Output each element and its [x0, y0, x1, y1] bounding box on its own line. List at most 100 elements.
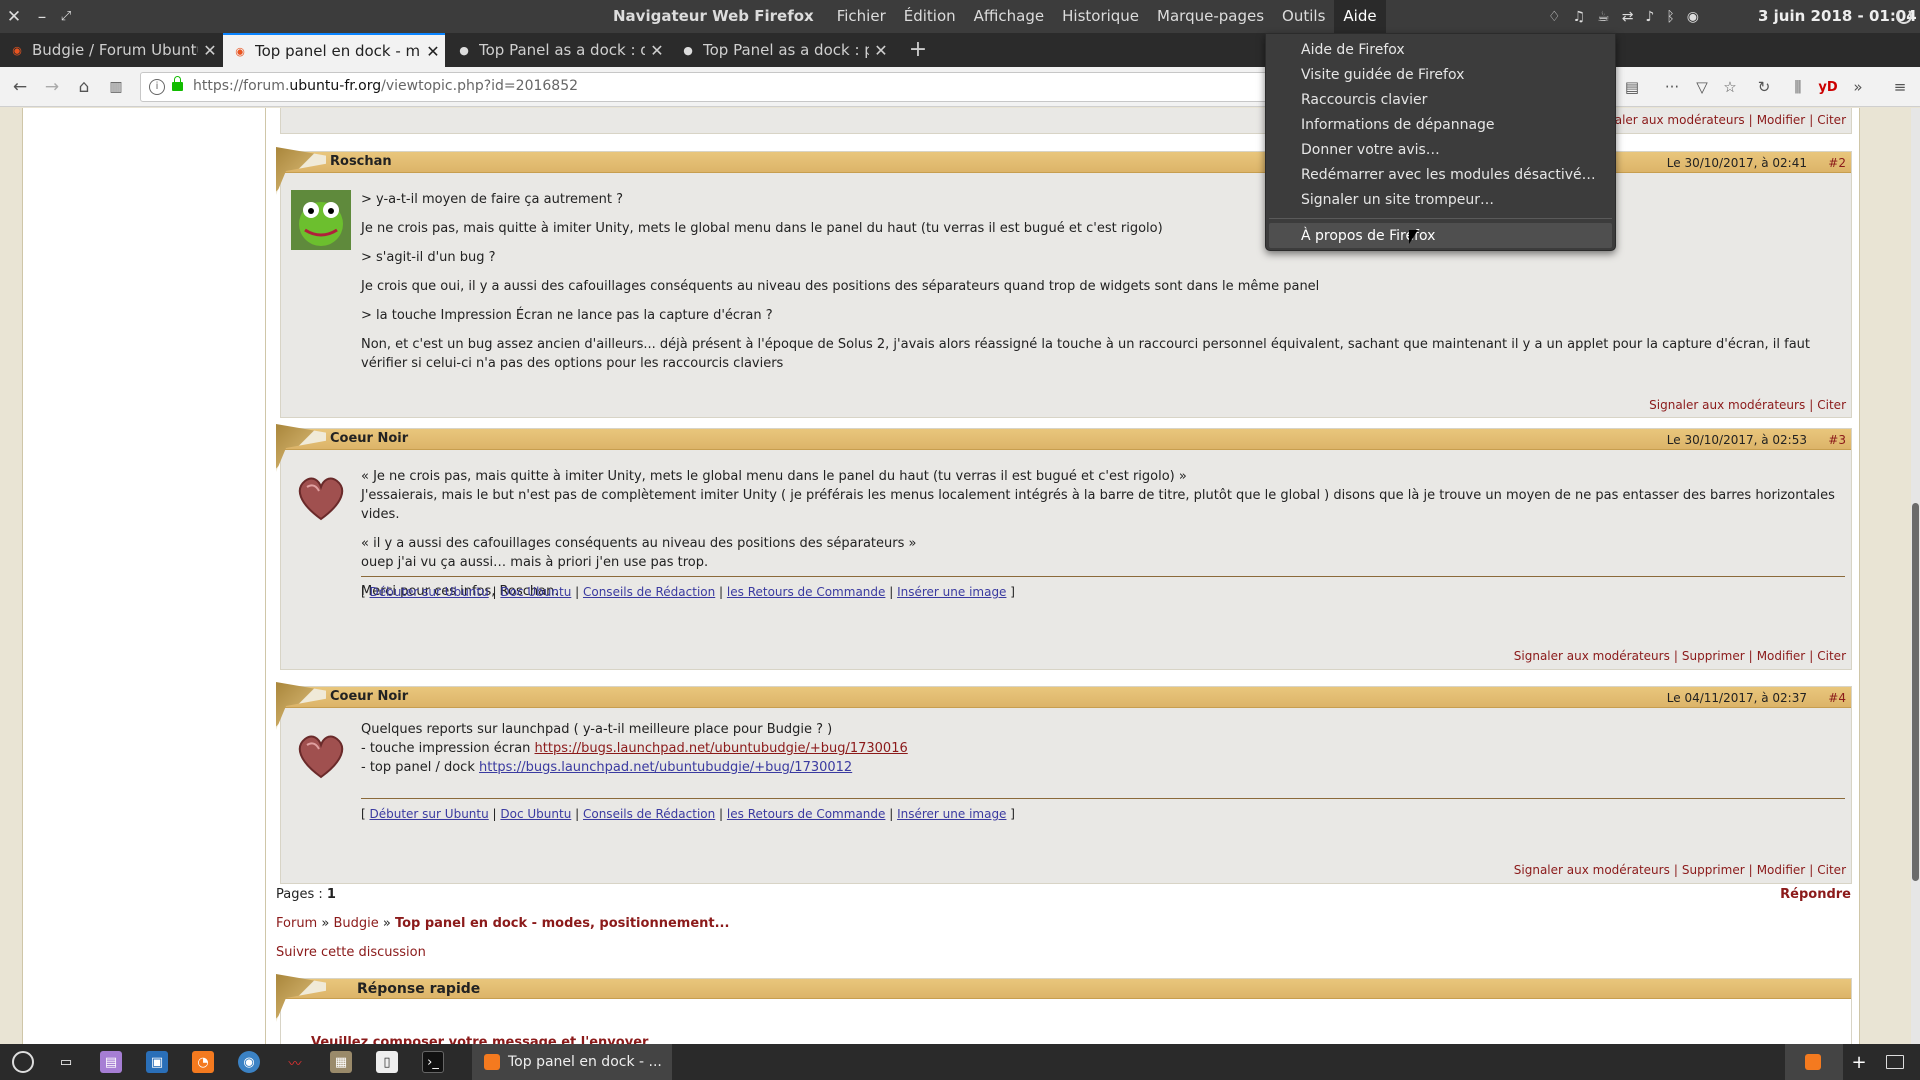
sig-link-debuter[interactable]: Débuter sur Ubuntu — [370, 807, 489, 821]
tab-top-panel-forum[interactable]: ◉ Top panel en dock - modes ✕ — [223, 33, 445, 67]
url-text[interactable]: https://forum.ubuntu-fr.org/viewtopic.ph… — [193, 78, 578, 94]
tab-budgie-forum[interactable]: ◉ Budgie / Forum Ubuntu-fr ✕ — [0, 33, 222, 67]
tray-firefox-slot[interactable] — [1785, 1044, 1843, 1080]
report-link[interactable]: Signaler aux modérateurs — [1514, 863, 1670, 877]
post-author[interactable]: Coeur Noir — [330, 689, 408, 704]
menu-edition[interactable]: Édition — [895, 0, 965, 33]
launchpad-link-1730012[interactable]: https://bugs.launchpad.net/ubuntubudgie/… — [479, 760, 852, 775]
close-tab-icon[interactable]: ✕ — [198, 41, 222, 60]
firefox-icon[interactable]: ◔ — [192, 1051, 214, 1073]
menu-item-visite-guidee[interactable]: Visite guidée de Firefox — [1301, 63, 1464, 87]
tab-github-disp[interactable]: ● Top Panel as a dock : disp ✕ — [447, 33, 669, 67]
post-author[interactable]: Roschan — [330, 154, 392, 169]
bookmark-star-icon[interactable]: ☆ — [1718, 75, 1742, 99]
menu-item-aide-firefox[interactable]: Aide de Firefox — [1301, 38, 1405, 62]
chromium-icon[interactable]: ◉ — [238, 1051, 260, 1073]
terminal-app-icon[interactable]: ▣ — [146, 1051, 168, 1073]
quote-link[interactable]: Citer — [1817, 863, 1846, 877]
reply-link[interactable]: Répondre — [1780, 887, 1851, 902]
bell-outline-icon[interactable]: ♫ — [1573, 9, 1586, 25]
menu-outils[interactable]: Outils — [1273, 0, 1334, 33]
console-icon[interactable]: ›_ — [422, 1051, 444, 1073]
page-actions-icon[interactable]: ··· — [1660, 75, 1684, 99]
monitor-app-icon[interactable]: 〰 — [284, 1051, 306, 1073]
edit-link[interactable]: Modifier — [1757, 113, 1806, 127]
report-link[interactable]: Signaler aux modérateurs — [1649, 398, 1805, 412]
bluetooth-icon[interactable]: ᛒ — [1666, 9, 1674, 25]
post-number[interactable]: #2 — [1828, 156, 1846, 170]
close-tab-icon[interactable]: ✕ — [421, 42, 445, 61]
crumb-budgie[interactable]: Budgie — [333, 916, 378, 931]
home-icon[interactable]: ⌂ — [72, 75, 96, 99]
files-icon[interactable]: ▭ — [55, 1051, 77, 1073]
lock-icon[interactable] — [172, 76, 183, 91]
post-author[interactable]: Coeur Noir — [330, 431, 408, 446]
menu-marque-pages[interactable]: Marque-pages — [1148, 0, 1273, 33]
reader-view-icon[interactable]: ▤ — [1620, 75, 1644, 99]
sig-link-conseils[interactable]: Conseils de Rédaction — [583, 585, 715, 599]
add-icon[interactable]: + — [1848, 1051, 1870, 1073]
quote-link[interactable]: Citer — [1817, 398, 1846, 412]
menu-item-site-trompeur[interactable]: Signaler un site trompeur… — [1301, 188, 1494, 212]
launchpad-link-1730016[interactable]: https://bugs.launchpad.net/ubuntubudgie/… — [535, 741, 908, 756]
report-link[interactable]: Signaler aux modérateurs — [1514, 649, 1670, 663]
menu-historique[interactable]: Historique — [1053, 0, 1148, 33]
sig-link-conseils[interactable]: Conseils de Rédaction — [583, 807, 715, 821]
follow-topic-link[interactable]: Suivre cette discussion — [276, 945, 426, 960]
sig-link-image[interactable]: Insérer une image — [897, 807, 1006, 821]
crumb-forum[interactable]: Forum — [276, 916, 317, 931]
edit-link[interactable]: Modifier — [1757, 649, 1806, 663]
show-desktop-icon[interactable] — [1886, 1055, 1904, 1069]
sidebar-icon[interactable]: ▥ — [104, 75, 128, 99]
menu-item-redemarrer[interactable]: Redémarrer avec les modules désactivé… — [1301, 163, 1596, 187]
quote-link[interactable]: Citer — [1817, 113, 1846, 127]
menu-item-raccourcis[interactable]: Raccourcis clavier — [1301, 88, 1427, 112]
forward-arrow-icon[interactable]: → — [40, 75, 64, 99]
sig-link-debuter[interactable]: Débuter sur Ubuntu — [370, 585, 489, 599]
page-scrollbar[interactable] — [1911, 108, 1920, 1044]
delete-link[interactable]: Supprimer — [1682, 649, 1745, 663]
back-arrow-icon[interactable]: ← — [8, 75, 32, 99]
new-tab-button[interactable]: + — [903, 33, 933, 67]
window-maximize-icon[interactable]: ⤢ — [54, 0, 78, 33]
bell-icon[interactable]: ◉ — [1687, 9, 1699, 25]
hamburger-menu-icon[interactable]: ≡ — [1888, 75, 1912, 99]
file-manager-icon[interactable]: ▤ — [100, 1051, 122, 1073]
archive-icon[interactable]: ▦ — [330, 1051, 352, 1073]
info-icon[interactable]: i — [149, 79, 165, 95]
post-number[interactable]: #3 — [1828, 433, 1846, 447]
url-bar[interactable]: i https://forum.ubuntu-fr.org/viewtopic.… — [140, 72, 1270, 102]
sig-link-retours[interactable]: les Retours de Commande — [727, 585, 886, 599]
delete-link[interactable]: Supprimer — [1682, 863, 1745, 877]
sig-link-doc[interactable]: Doc Ubuntu — [500, 807, 571, 821]
volume-icon[interactable]: ♪ — [1645, 9, 1654, 25]
menu-affichage[interactable]: Affichage — [965, 0, 1053, 33]
close-tab-icon[interactable]: ✕ — [645, 41, 669, 60]
edit-link[interactable]: Modifier — [1757, 863, 1806, 877]
menu-item-avis[interactable]: Donner votre avis… — [1301, 138, 1440, 162]
taskbar-task-firefox[interactable]: Top panel en dock - ... — [472, 1044, 672, 1080]
pocket-icon[interactable]: ▽ — [1690, 75, 1714, 99]
close-tab-icon[interactable]: ✕ — [869, 41, 893, 60]
window-minimize-icon[interactable]: – — [30, 0, 54, 33]
text-editor-icon[interactable]: ▯ — [376, 1051, 398, 1073]
sig-link-retours[interactable]: les Retours de Commande — [727, 807, 886, 821]
menu-item-depannage[interactable]: Informations de dépannage — [1301, 113, 1495, 137]
menu-aide[interactable]: Aide — [1334, 0, 1386, 33]
quote-link[interactable]: Citer — [1817, 649, 1846, 663]
coffee-cup-icon[interactable]: ☕ — [1597, 9, 1610, 25]
window-close-icon[interactable]: ✕ — [2, 0, 26, 33]
clock[interactable]: 3 juin 2018 - 01:04 — [1758, 0, 1917, 33]
menu-fichier[interactable]: Fichier — [828, 0, 895, 33]
overflow-chevron-icon[interactable]: » — [1846, 75, 1870, 99]
post-number[interactable]: #4 — [1828, 691, 1846, 705]
notification-icon[interactable]: ♢ — [1548, 9, 1561, 25]
app-menu-icon[interactable] — [12, 1051, 34, 1073]
power-icon[interactable] — [1896, 8, 1912, 24]
network-icon[interactable]: ⇄ — [1622, 9, 1634, 25]
yandex-icon[interactable]: yD — [1816, 75, 1840, 99]
tab-github-pre[interactable]: ● Top Panel as a dock : pre ✕ — [671, 33, 893, 67]
library-icon[interactable]: ⫼ — [1786, 75, 1810, 99]
sig-link-image[interactable]: Insérer une image — [897, 585, 1006, 599]
reload-icon[interactable]: ↻ — [1752, 75, 1776, 99]
